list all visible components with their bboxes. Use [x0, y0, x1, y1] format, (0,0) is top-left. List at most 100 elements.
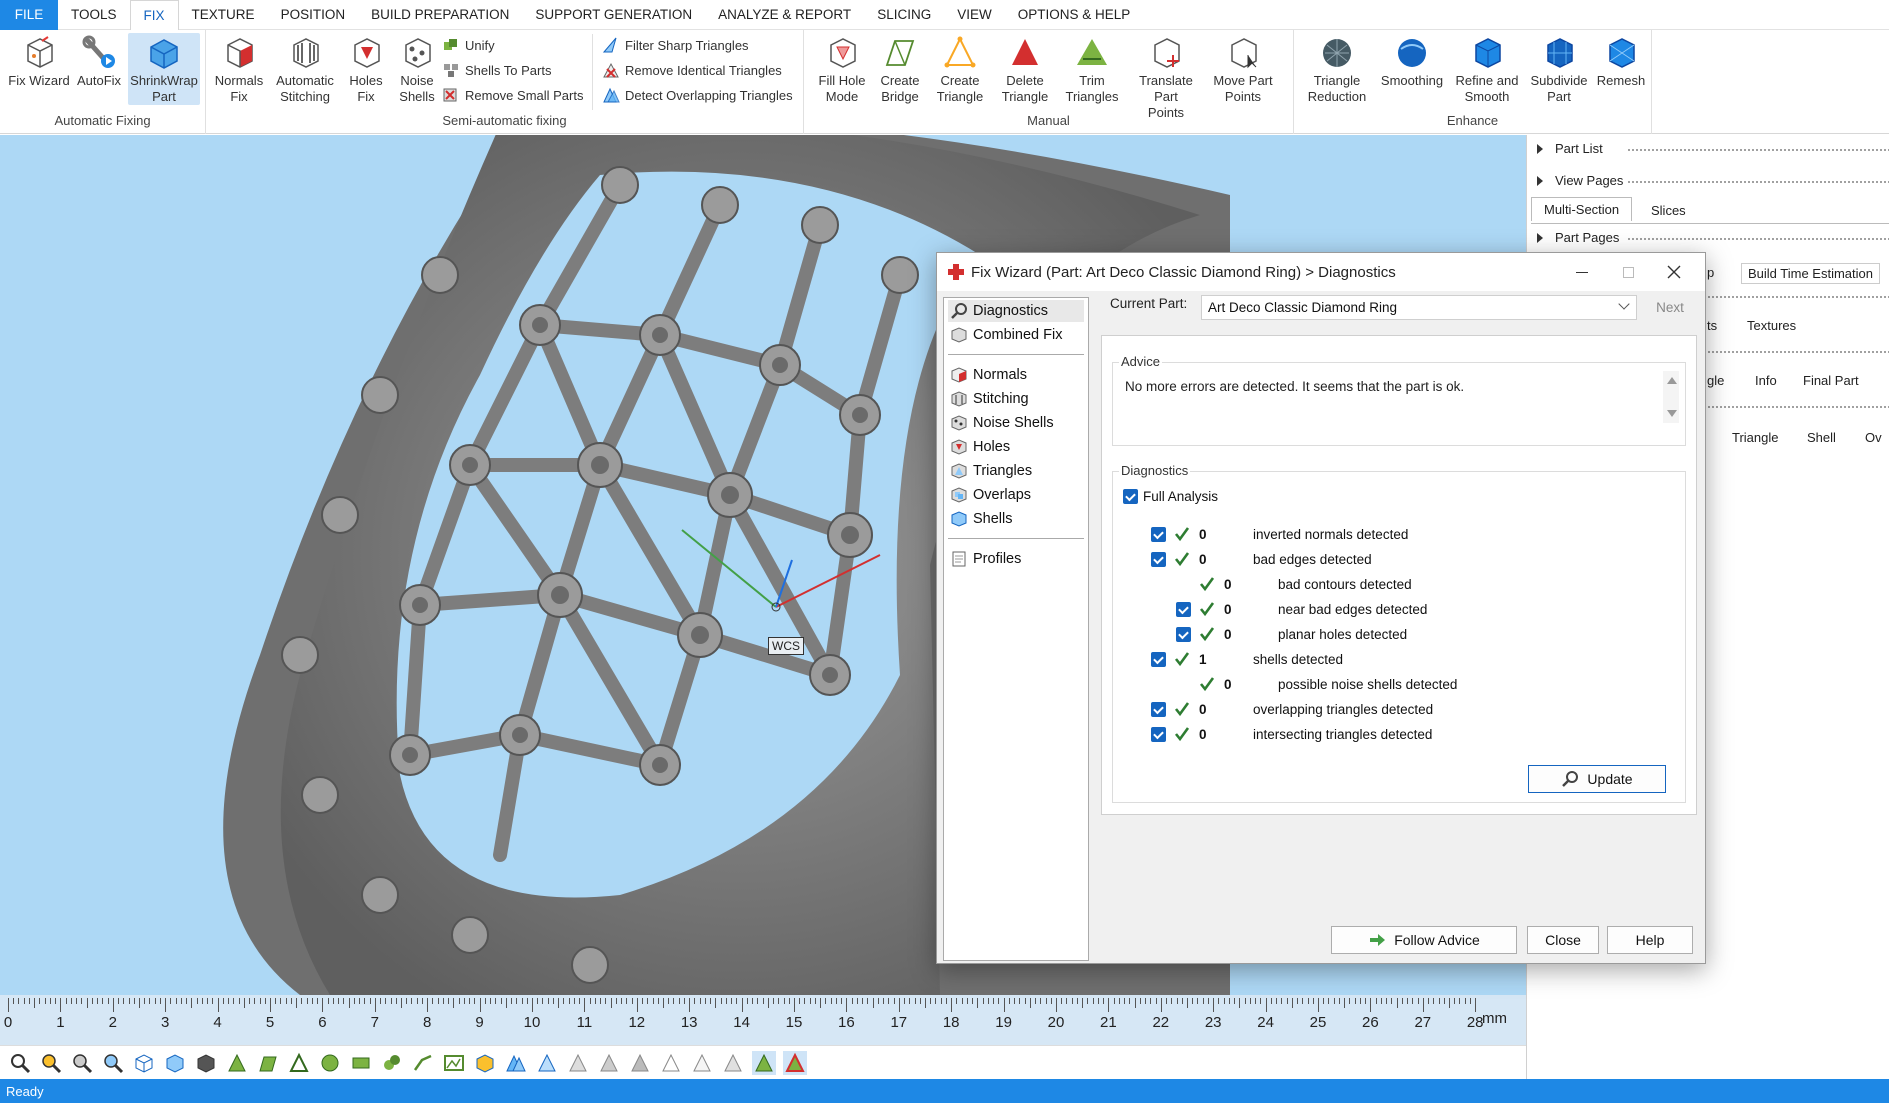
- view-front-icon[interactable]: [163, 1051, 187, 1075]
- render-blob-icon[interactable]: [380, 1051, 404, 1075]
- nav-triangles[interactable]: Triangles: [948, 460, 1084, 482]
- render-wire-icon[interactable]: [287, 1051, 311, 1075]
- normals-fix-button[interactable]: Normals Fix: [212, 33, 266, 105]
- translate-part-points-button[interactable]: Translate Part Points: [1126, 33, 1206, 121]
- create-triangle-button[interactable]: Create Triangle: [930, 33, 990, 105]
- zoom-region-icon[interactable]: [39, 1051, 63, 1075]
- planar-holes-checkbox[interactable]: [1176, 627, 1191, 642]
- remesh-button[interactable]: Remesh: [1594, 33, 1648, 89]
- overlapping-triangles-checkbox[interactable]: [1151, 702, 1166, 717]
- nav-profiles[interactable]: Profiles: [948, 548, 1084, 570]
- menu-file[interactable]: FILE: [0, 0, 58, 30]
- mark-triangles-icon[interactable]: [752, 1050, 776, 1075]
- smoothing-button[interactable]: Smoothing: [1376, 33, 1448, 89]
- menu-texture[interactable]: TEXTURE: [179, 0, 268, 30]
- remove-identical-triangles-button[interactable]: Remove Identical Triangles: [602, 61, 782, 79]
- nav-noise-shells[interactable]: Noise Shells: [948, 412, 1084, 434]
- menu-fix[interactable]: FIX: [129, 0, 179, 31]
- part-color-icon[interactable]: [473, 1051, 497, 1075]
- tab-build-time-estimation[interactable]: Build Time Estimation: [1741, 263, 1880, 284]
- fill-hole-mode-button[interactable]: Fill Hole Mode: [812, 33, 872, 105]
- zoom-selection-icon[interactable]: [101, 1051, 125, 1075]
- create-bridge-button[interactable]: Create Bridge: [874, 33, 926, 105]
- delete-triangle-button[interactable]: Delete Triangle: [994, 33, 1056, 105]
- part-pages-header[interactable]: Part Pages: [1537, 230, 1889, 245]
- nav-shells[interactable]: Shells: [948, 508, 1084, 530]
- automatic-stitching-button[interactable]: Automatic Stitching: [270, 33, 340, 105]
- part-list-header[interactable]: Part List: [1537, 141, 1889, 156]
- zoom-icon[interactable]: [8, 1051, 32, 1075]
- tab-fragment-p[interactable]: p: [1707, 265, 1714, 280]
- help-button[interactable]: Help: [1607, 926, 1693, 954]
- inverted-normals-checkbox[interactable]: [1151, 527, 1166, 542]
- unify-button[interactable]: Unify: [442, 36, 495, 54]
- maximize-button[interactable]: [1605, 253, 1651, 291]
- remove-small-parts-button[interactable]: Remove Small Parts: [442, 86, 583, 104]
- menu-tools[interactable]: TOOLS: [58, 0, 130, 30]
- trim-triangles-button[interactable]: Trim Triangles: [1060, 33, 1124, 105]
- next-button[interactable]: Next: [1643, 295, 1697, 320]
- view-cube-icon[interactable]: [132, 1051, 156, 1075]
- nav-combined-fix[interactable]: Combined Fix: [948, 324, 1084, 346]
- tab-final-part[interactable]: Final Part: [1803, 373, 1859, 388]
- nav-normals[interactable]: Normals: [948, 364, 1084, 386]
- tab-textures[interactable]: Textures: [1747, 318, 1796, 333]
- shells-checkbox[interactable]: [1151, 652, 1166, 667]
- menu-analyze-report[interactable]: ANALYZE & REPORT: [705, 0, 864, 30]
- render-line-icon[interactable]: [411, 1051, 435, 1075]
- mark-shell-icon[interactable]: [783, 1050, 807, 1075]
- triangle-grey-1-icon[interactable]: [566, 1051, 590, 1075]
- shells-to-parts-button[interactable]: Shells To Parts: [442, 61, 551, 79]
- close-window-button[interactable]: [1651, 253, 1697, 291]
- tab-slices[interactable]: Slices: [1639, 199, 1698, 222]
- full-analysis-checkbox[interactable]: [1123, 489, 1138, 504]
- filter-sharp-triangles-button[interactable]: Filter Sharp Triangles: [602, 36, 749, 54]
- dialog-titlebar[interactable]: Fix Wizard (Part: Art Deco Classic Diamo…: [937, 253, 1705, 291]
- triangle-outline-3-icon[interactable]: [721, 1051, 745, 1075]
- menu-view[interactable]: VIEW: [944, 0, 1005, 30]
- zoom-fit-icon[interactable]: [70, 1051, 94, 1075]
- render-surface-icon[interactable]: [256, 1051, 280, 1075]
- triangle-grey-3-icon[interactable]: [628, 1051, 652, 1075]
- update-button[interactable]: Update: [1528, 765, 1666, 793]
- tab-fragment-ts[interactable]: ts: [1707, 318, 1717, 333]
- render-triangles-icon[interactable]: [225, 1051, 249, 1075]
- triangle-reduction-button[interactable]: Triangle Reduction: [1302, 33, 1372, 105]
- view-pages-header[interactable]: View Pages: [1537, 173, 1889, 188]
- tab-multi-section[interactable]: Multi-Section: [1531, 197, 1633, 221]
- follow-advice-button[interactable]: Follow Advice: [1331, 926, 1517, 954]
- nav-diagnostics[interactable]: Diagnostics: [948, 300, 1084, 322]
- shrinkwrap-part-button[interactable]: ShrinkWrap Part: [128, 33, 200, 105]
- triangle-brush-icon[interactable]: [535, 1051, 559, 1075]
- autofix-button[interactable]: AutoFix: [74, 33, 124, 89]
- close-button[interactable]: Close: [1527, 926, 1599, 954]
- advice-scrollbar[interactable]: [1663, 371, 1679, 423]
- intersecting-triangles-checkbox[interactable]: [1151, 727, 1166, 742]
- detect-overlapping-triangles-button[interactable]: Detect Overlapping Triangles: [602, 86, 793, 104]
- nav-overlaps[interactable]: Overlaps: [948, 484, 1084, 506]
- render-plane-icon[interactable]: [349, 1051, 373, 1075]
- near-bad-edges-checkbox[interactable]: [1176, 602, 1191, 617]
- menu-build-preparation[interactable]: BUILD PREPARATION: [358, 0, 522, 30]
- render-image-icon[interactable]: [442, 1051, 466, 1075]
- triangle-outline-2-icon[interactable]: [690, 1051, 714, 1075]
- tab-info[interactable]: Info: [1755, 373, 1777, 388]
- nav-stitching[interactable]: Stitching: [948, 388, 1084, 410]
- render-sphere-icon[interactable]: [318, 1051, 342, 1075]
- move-part-points-button[interactable]: Move Part Points: [1208, 33, 1278, 105]
- bad-edges-checkbox[interactable]: [1151, 552, 1166, 567]
- current-part-select[interactable]: Art Deco Classic Diamond Ring: [1201, 295, 1637, 320]
- holes-fix-button[interactable]: Holes Fix: [342, 33, 390, 105]
- menu-slicing[interactable]: SLICING: [864, 0, 944, 30]
- subdivide-part-button[interactable]: Subdivide Part: [1526, 33, 1592, 105]
- view-shaded-icon[interactable]: [194, 1051, 218, 1075]
- noise-shells-button[interactable]: Noise Shells: [392, 33, 442, 105]
- minimize-button[interactable]: [1559, 253, 1605, 291]
- triangle-outline-1-icon[interactable]: [659, 1051, 683, 1075]
- fix-wizard-button[interactable]: Fix Wizard: [6, 33, 72, 89]
- menu-options-help[interactable]: OPTIONS & HELP: [1005, 0, 1144, 30]
- triangle-select-icon[interactable]: [504, 1051, 528, 1075]
- refine-smooth-button[interactable]: Refine and Smooth: [1450, 33, 1524, 105]
- nav-holes[interactable]: Holes: [948, 436, 1084, 458]
- triangle-grey-2-icon[interactable]: [597, 1051, 621, 1075]
